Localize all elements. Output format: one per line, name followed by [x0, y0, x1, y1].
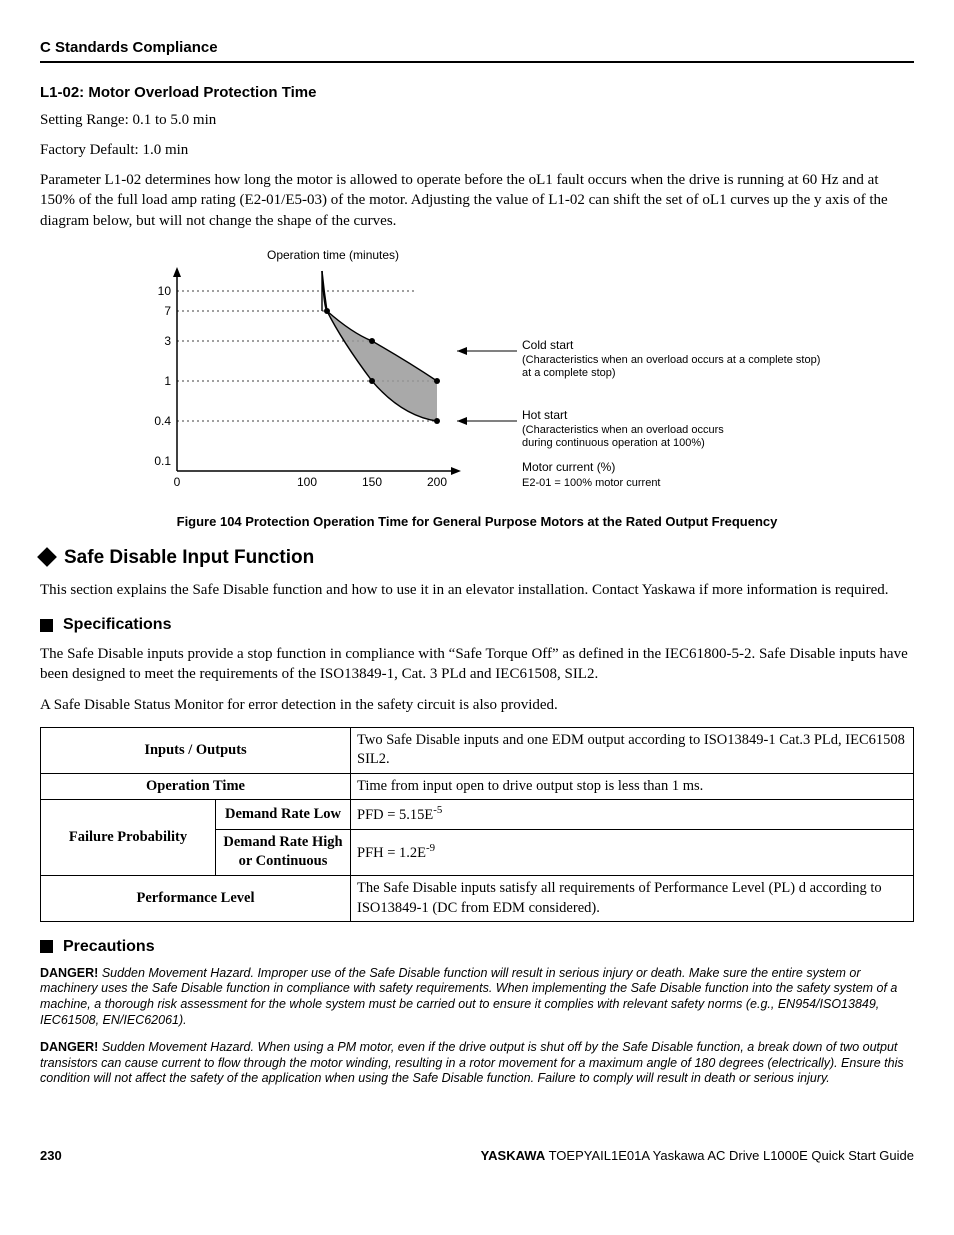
xtick: 150 — [362, 475, 382, 489]
hot-start-label: Hot start — [522, 408, 568, 422]
param-heading: L1-02: Motor Overload Protection Time — [40, 83, 914, 103]
section-label: C Standards Compliance — [40, 39, 218, 56]
danger-1: DANGER! Sudden Movement Hazard. Improper… — [40, 966, 914, 1029]
precautions-heading: Precautions — [40, 936, 914, 958]
chart-svg: Operation time (minutes) 10 7 3 1 0.4 0.… — [127, 241, 827, 501]
inputs-outputs-label: Inputs / Outputs — [41, 727, 351, 773]
y-axis-title: Operation time (minutes) — [267, 248, 399, 262]
footer-doc: TOEPYAIL1E01A Yaskawa AC Drive L1000E Qu… — [545, 1148, 914, 1163]
safe-disable-intro: This section explains the Safe Disable f… — [40, 580, 914, 600]
danger-2-text: Sudden Movement Hazard. When using a PM … — [40, 1040, 904, 1085]
cold-start-note: (Characteristics when an overload occurs… — [522, 354, 820, 366]
danger-2-label: DANGER! — [40, 1040, 98, 1054]
square-icon — [40, 619, 53, 632]
performance-level-label: Performance Level — [41, 875, 351, 921]
danger-1-text: Sudden Movement Hazard. Improper use of … — [40, 966, 897, 1027]
ytick: 10 — [158, 284, 172, 298]
factory-default-text: Factory Default: 1.0 min — [40, 140, 914, 160]
safe-disable-heading: Safe Disable Input Function — [40, 545, 914, 571]
demand-high-value: PFH = 1.2E-9 — [351, 829, 914, 875]
specifications-title: Specifications — [63, 614, 171, 636]
precautions-title: Precautions — [63, 936, 155, 958]
safe-disable-title: Safe Disable Input Function — [64, 545, 314, 571]
ytick: 3 — [164, 334, 171, 348]
demand-low-value: PFD = 5.15E-5 — [351, 800, 914, 829]
param-description: Parameter L1-02 determines how long the … — [40, 170, 914, 231]
figure-caption: Figure 104 Protection Operation Time for… — [40, 513, 914, 531]
footer-right: YASKAWA TOEPYAIL1E01A Yaskawa AC Drive L… — [481, 1147, 914, 1165]
hot-start-note2: during continuous operation at 100%) — [522, 437, 705, 449]
danger-1-label: DANGER! — [40, 966, 98, 980]
inputs-outputs-value: Two Safe Disable inputs and one EDM outp… — [351, 727, 914, 773]
page-footer: 230 YASKAWA TOEPYAIL1E01A Yaskawa AC Dri… — [40, 1147, 914, 1165]
figure-104: Operation time (minutes) 10 7 3 1 0.4 0.… — [40, 241, 914, 531]
ytick: 0.1 — [154, 454, 171, 468]
hot-start-note1: (Characteristics when an overload occurs — [522, 424, 724, 436]
square-icon — [40, 940, 53, 953]
danger-2: DANGER! Sudden Movement Hazard. When usi… — [40, 1040, 914, 1087]
cold-start-label: Cold start — [522, 338, 574, 352]
cold-start-note2: at a complete stop) — [522, 367, 616, 379]
setting-range-text: Setting Range: 0.1 to 5.0 min — [40, 110, 914, 130]
footer-brand: YASKAWA — [481, 1148, 546, 1163]
page-number: 230 — [40, 1147, 62, 1165]
x-axis-note: E2-01 = 100% motor current — [522, 477, 661, 489]
ytick: 0.4 — [154, 414, 171, 428]
pfh-exp: -9 — [426, 842, 435, 854]
operation-time-label: Operation Time — [41, 773, 351, 800]
ytick: 7 — [164, 304, 171, 318]
spec-intro-2: A Safe Disable Status Monitor for error … — [40, 695, 914, 715]
pfh-prefix: PFH = 1.2E — [357, 845, 426, 861]
failure-prob-label: Failure Probability — [41, 800, 216, 876]
specifications-table: Inputs / Outputs Two Safe Disable inputs… — [40, 727, 914, 922]
pfd-exp: -5 — [433, 804, 442, 816]
page-header: C Standards Compliance — [40, 38, 914, 63]
xtick: 0 — [174, 475, 181, 489]
x-axis-title: Motor current (%) — [522, 460, 615, 474]
spec-intro-1: The Safe Disable inputs provide a stop f… — [40, 644, 914, 685]
demand-low-label: Demand Rate Low — [216, 800, 351, 829]
specifications-heading: Specifications — [40, 614, 914, 636]
pfd-prefix: PFD = 5.15E — [357, 807, 433, 823]
xtick: 200 — [427, 475, 447, 489]
ytick: 1 — [164, 374, 171, 388]
demand-high-label: Demand Rate High or Continuous — [216, 829, 351, 875]
diamond-icon — [37, 547, 57, 567]
performance-level-value: The Safe Disable inputs satisfy all requ… — [351, 875, 914, 921]
operation-time-value: Time from input open to drive output sto… — [351, 773, 914, 800]
xtick: 100 — [297, 475, 317, 489]
